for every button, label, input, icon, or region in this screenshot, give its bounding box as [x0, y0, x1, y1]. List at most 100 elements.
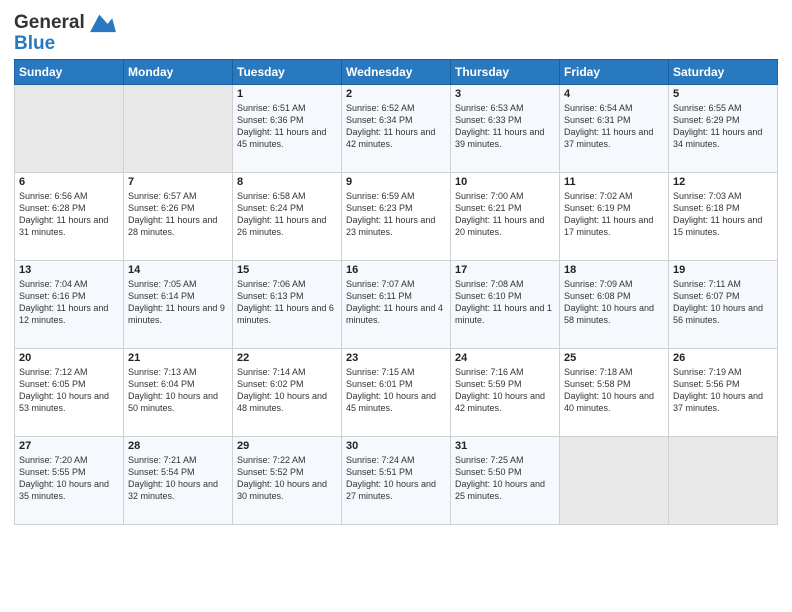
day-cell: 5 Sunrise: 6:55 AMSunset: 6:29 PMDaylight…	[669, 85, 778, 173]
day-cell: 7Sunrise: 6:57 AMSunset: 6:26 PMDaylight…	[124, 173, 233, 261]
week-row-1: 1 Sunrise: 6:51 AMSunset: 6:36 PMDaylight…	[15, 85, 778, 173]
day-number: 12	[673, 176, 773, 188]
day-cell: 31 Sunrise: 7:25 AMSunset: 5:50 PMDayligh…	[451, 437, 560, 525]
header-row: SundayMondayTuesdayWednesdayThursdayFrid…	[15, 60, 778, 85]
day-cell: 14 Sunrise: 7:05 AMSunset: 6:14 PMDayligh…	[124, 261, 233, 349]
day-number: 22	[237, 352, 337, 364]
day-content: Sunrise: 7:04 AMSunset: 6:16 PMDaylight:…	[19, 278, 119, 327]
day-number: 18	[564, 264, 664, 276]
day-cell: 18 Sunrise: 7:09 AMSunset: 6:08 PMDayligh…	[560, 261, 669, 349]
day-cell: 8 Sunrise: 6:58 AMSunset: 6:24 PMDaylight…	[233, 173, 342, 261]
day-content: Sunrise: 7:07 AMSunset: 6:11 PMDaylight:…	[346, 278, 446, 327]
logo-blue: Blue	[14, 34, 118, 53]
day-cell: 17Sunrise: 7:08 AMSunset: 6:10 PMDayligh…	[451, 261, 560, 349]
day-cell: 29 Sunrise: 7:22 AMSunset: 5:52 PMDayligh…	[233, 437, 342, 525]
day-content: Sunrise: 7:03 AMSunset: 6:18 PMDaylight:…	[673, 190, 773, 239]
week-row-3: 13 Sunrise: 7:04 AMSunset: 6:16 PMDayligh…	[15, 261, 778, 349]
day-cell: 13 Sunrise: 7:04 AMSunset: 6:16 PMDayligh…	[15, 261, 124, 349]
day-number: 20	[19, 352, 119, 364]
header-cell-sunday: Sunday	[15, 60, 124, 85]
day-cell: 19 Sunrise: 7:11 AMSunset: 6:07 PMDayligh…	[669, 261, 778, 349]
day-number: 29	[237, 440, 337, 452]
week-row-5: 27 Sunrise: 7:20 AMSunset: 5:55 PMDayligh…	[15, 437, 778, 525]
header-cell-wednesday: Wednesday	[342, 60, 451, 85]
week-row-4: 20 Sunrise: 7:12 AMSunset: 6:05 PMDayligh…	[15, 349, 778, 437]
day-number: 14	[128, 264, 228, 276]
header-cell-thursday: Thursday	[451, 60, 560, 85]
day-content: Sunrise: 7:11 AMSunset: 6:07 PMDaylight:…	[673, 278, 773, 327]
day-number: 8	[237, 176, 337, 188]
day-cell: 11 Sunrise: 7:02 AMSunset: 6:19 PMDayligh…	[560, 173, 669, 261]
day-content: Sunrise: 7:25 AMSunset: 5:50 PMDaylight:…	[455, 454, 555, 503]
day-content: Sunrise: 7:24 AMSunset: 5:51 PMDaylight:…	[346, 454, 446, 503]
day-cell: 23Sunrise: 7:15 AMSunset: 6:01 PMDayligh…	[342, 349, 451, 437]
day-content: Sunrise: 7:09 AMSunset: 6:08 PMDaylight:…	[564, 278, 664, 327]
day-content: Sunrise: 6:55 AMSunset: 6:29 PMDaylight:…	[673, 102, 773, 151]
header-cell-saturday: Saturday	[669, 60, 778, 85]
day-content: Sunrise: 7:02 AMSunset: 6:19 PMDaylight:…	[564, 190, 664, 239]
day-number: 9	[346, 176, 446, 188]
day-content: Sunrise: 6:54 AMSunset: 6:31 PMDaylight:…	[564, 102, 664, 151]
day-number: 4	[564, 88, 664, 100]
day-content: Sunrise: 7:12 AMSunset: 6:05 PMDaylight:…	[19, 366, 119, 415]
day-number: 24	[455, 352, 555, 364]
day-cell: 9 Sunrise: 6:59 AMSunset: 6:23 PMDaylight…	[342, 173, 451, 261]
day-number: 5	[673, 88, 773, 100]
day-content: Sunrise: 7:22 AMSunset: 5:52 PMDaylight:…	[237, 454, 337, 503]
day-content: Sunrise: 7:06 AMSunset: 6:13 PMDaylight:…	[237, 278, 337, 327]
day-cell: 27 Sunrise: 7:20 AMSunset: 5:55 PMDayligh…	[15, 437, 124, 525]
day-number: 3	[455, 88, 555, 100]
day-content: Sunrise: 7:13 AMSunset: 6:04 PMDaylight:…	[128, 366, 228, 415]
day-content: Sunrise: 7:16 AMSunset: 5:59 PMDaylight:…	[455, 366, 555, 415]
day-cell	[15, 85, 124, 173]
day-number: 10	[455, 176, 555, 188]
day-content: Sunrise: 7:05 AMSunset: 6:14 PMDaylight:…	[128, 278, 228, 327]
day-number: 6	[19, 176, 119, 188]
calendar-table: SundayMondayTuesdayWednesdayThursdayFrid…	[14, 59, 778, 525]
day-number: 19	[673, 264, 773, 276]
day-cell: 2Sunrise: 6:52 AMSunset: 6:34 PMDaylight…	[342, 85, 451, 173]
header: General Blue	[14, 10, 778, 53]
day-number: 25	[564, 352, 664, 364]
day-content: Sunrise: 7:18 AMSunset: 5:58 PMDaylight:…	[564, 366, 664, 415]
day-number: 1	[237, 88, 337, 100]
day-cell	[560, 437, 669, 525]
day-number: 16	[346, 264, 446, 276]
day-content: Sunrise: 7:20 AMSunset: 5:55 PMDaylight:…	[19, 454, 119, 503]
day-number: 13	[19, 264, 119, 276]
day-content: Sunrise: 7:19 AMSunset: 5:56 PMDaylight:…	[673, 366, 773, 415]
day-cell: 22 Sunrise: 7:14 AMSunset: 6:02 PMDayligh…	[233, 349, 342, 437]
day-content: Sunrise: 7:00 AMSunset: 6:21 PMDaylight:…	[455, 190, 555, 239]
logo: General Blue	[14, 10, 118, 53]
day-cell: 12 Sunrise: 7:03 AMSunset: 6:18 PMDayligh…	[669, 173, 778, 261]
day-number: 15	[237, 264, 337, 276]
day-cell: 1 Sunrise: 6:51 AMSunset: 6:36 PMDaylight…	[233, 85, 342, 173]
day-cell: 3Sunrise: 6:53 AMSunset: 6:33 PMDaylight…	[451, 85, 560, 173]
logo-icon	[88, 10, 118, 34]
day-cell: 24 Sunrise: 7:16 AMSunset: 5:59 PMDayligh…	[451, 349, 560, 437]
day-cell: 28Sunrise: 7:21 AMSunset: 5:54 PMDayligh…	[124, 437, 233, 525]
header-cell-monday: Monday	[124, 60, 233, 85]
day-number: 2	[346, 88, 446, 100]
day-cell: 6 Sunrise: 6:56 AMSunset: 6:28 PMDaylight…	[15, 173, 124, 261]
day-number: 17	[455, 264, 555, 276]
day-cell: 30 Sunrise: 7:24 AMSunset: 5:51 PMDayligh…	[342, 437, 451, 525]
day-content: Sunrise: 6:51 AMSunset: 6:36 PMDaylight:…	[237, 102, 337, 151]
day-content: Sunrise: 6:59 AMSunset: 6:23 PMDaylight:…	[346, 190, 446, 239]
day-number: 31	[455, 440, 555, 452]
day-cell	[124, 85, 233, 173]
day-number: 30	[346, 440, 446, 452]
header-cell-friday: Friday	[560, 60, 669, 85]
day-number: 27	[19, 440, 119, 452]
day-cell: 21Sunrise: 7:13 AMSunset: 6:04 PMDayligh…	[124, 349, 233, 437]
day-cell: 15 Sunrise: 7:06 AMSunset: 6:13 PMDayligh…	[233, 261, 342, 349]
day-content: Sunrise: 7:14 AMSunset: 6:02 PMDaylight:…	[237, 366, 337, 415]
day-cell: 10 Sunrise: 7:00 AMSunset: 6:21 PMDayligh…	[451, 173, 560, 261]
day-number: 11	[564, 176, 664, 188]
day-number: 28	[128, 440, 228, 452]
day-cell: 25 Sunrise: 7:18 AMSunset: 5:58 PMDayligh…	[560, 349, 669, 437]
day-cell: 26Sunrise: 7:19 AMSunset: 5:56 PMDayligh…	[669, 349, 778, 437]
day-content: Sunrise: 6:58 AMSunset: 6:24 PMDaylight:…	[237, 190, 337, 239]
day-content: Sunrise: 6:56 AMSunset: 6:28 PMDaylight:…	[19, 190, 119, 239]
day-cell: 20 Sunrise: 7:12 AMSunset: 6:05 PMDayligh…	[15, 349, 124, 437]
